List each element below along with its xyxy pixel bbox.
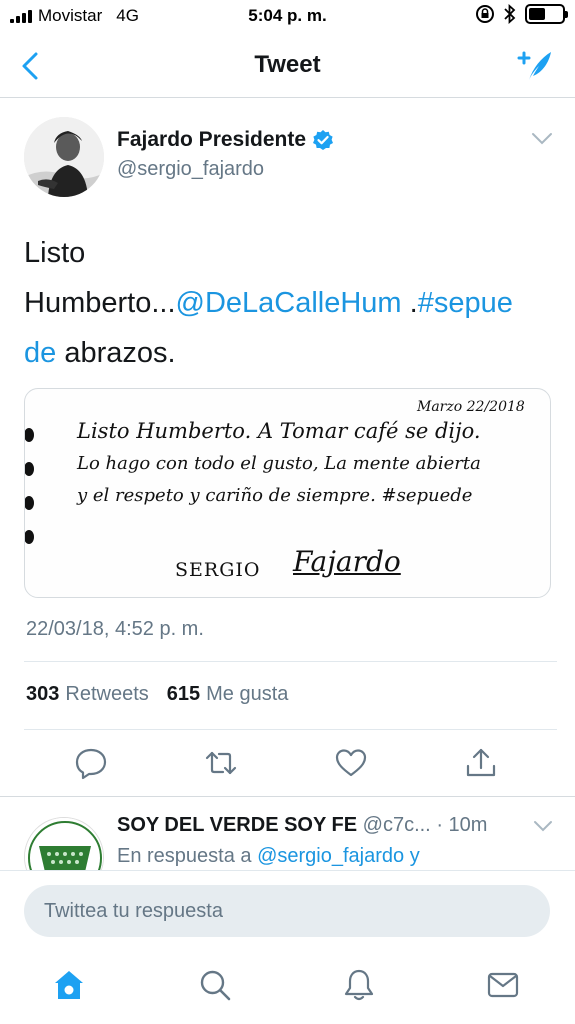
tweet-text-line1: Listo: [24, 237, 86, 269]
nav-bar: Tweet: [0, 34, 575, 98]
reply-separator: [0, 796, 575, 797]
reply-icon[interactable]: [74, 746, 108, 780]
author-name-row: Fajardo Presidente: [117, 128, 334, 152]
likes-label[interactable]: Me gusta: [206, 683, 288, 706]
reply-header: SOY DEL VERDE SOY FE @c7c... · 10m: [117, 814, 537, 837]
signature: Fajardo: [293, 545, 401, 578]
signature-name: SERGIO: [175, 559, 261, 581]
tab-bar: [0, 956, 575, 1024]
note-date: Marzo 22/2018: [417, 399, 525, 415]
divider: [24, 661, 557, 662]
author-photo: [24, 117, 104, 197]
chevron-down-icon[interactable]: [531, 132, 553, 146]
retweet-icon[interactable]: [204, 746, 238, 780]
in-reply-to: En respuesta a @sergio_fajardo y: [117, 845, 420, 868]
reply-author-name[interactable]: SOY DEL VERDE SOY FE: [117, 814, 357, 836]
share-icon[interactable]: [464, 746, 498, 780]
tweet-media-image[interactable]: Marzo 22/2018 Listo Humberto. A Tomar ca…: [24, 388, 551, 598]
search-icon[interactable]: [198, 968, 232, 1002]
note-line-3: y el respeto y cariño de siempre. #sepue…: [77, 485, 473, 506]
hashtag-part2: de: [24, 337, 57, 369]
reply-author-handle[interactable]: @c7c...: [363, 814, 431, 836]
author-handle[interactable]: @sergio_fajardo: [117, 158, 264, 181]
divider: [24, 729, 557, 730]
rotation-lock-icon: [476, 5, 494, 23]
home-icon[interactable]: [52, 968, 86, 1002]
retweets-label[interactable]: Retweets: [65, 683, 148, 706]
compose-tweet-icon[interactable]: [515, 46, 555, 86]
in-reply-prefix: En respuesta a: [117, 845, 252, 867]
status-bar: Movistar 4G 5:04 p. m.: [0, 0, 575, 34]
battery-icon: [525, 4, 568, 24]
tweet-timestamp: 22/03/18, 4:52 p. m.: [26, 618, 204, 640]
note-line-1: Listo Humberto. A Tomar café se dijo.: [77, 419, 481, 443]
author-name[interactable]: Fajardo Presidente: [117, 128, 306, 152]
tweet-text-plain: Humberto...: [24, 287, 176, 319]
retweets-count[interactable]: 303: [26, 683, 59, 706]
notebook-holes: [25, 428, 34, 544]
in-reply-handle[interactable]: @sergio_fajardo y: [257, 845, 420, 867]
tweet-text: Listo Humberto...@DeLaCalleHum .#sepue de…: [24, 228, 554, 378]
bluetooth-icon: [504, 4, 516, 24]
author-avatar[interactable]: [24, 117, 104, 197]
mention-link[interactable]: @DeLaCalleHum: [176, 287, 402, 319]
messages-icon[interactable]: [486, 968, 520, 1002]
reply-time: · 10m: [436, 814, 488, 836]
notifications-icon[interactable]: [342, 968, 376, 1002]
page-title: Tweet: [254, 51, 321, 78]
verified-badge-icon: [313, 130, 334, 150]
hashtag-part1: #sepue: [417, 287, 513, 319]
tweet-stats: 303 Retweets 615 Me gusta: [26, 683, 288, 706]
reply-input[interactable]: [24, 885, 550, 937]
chevron-down-icon[interactable]: [533, 820, 553, 832]
likes-count[interactable]: 615: [167, 683, 200, 706]
reply-composer-bar: [0, 870, 575, 956]
tweet-text-end: abrazos.: [56, 337, 176, 369]
tweet-text-sep: .: [401, 287, 418, 319]
note-line-2: Lo hago con todo el gusto, La mente abie…: [77, 453, 481, 474]
status-right: [475, 4, 568, 24]
like-icon[interactable]: [334, 746, 368, 780]
